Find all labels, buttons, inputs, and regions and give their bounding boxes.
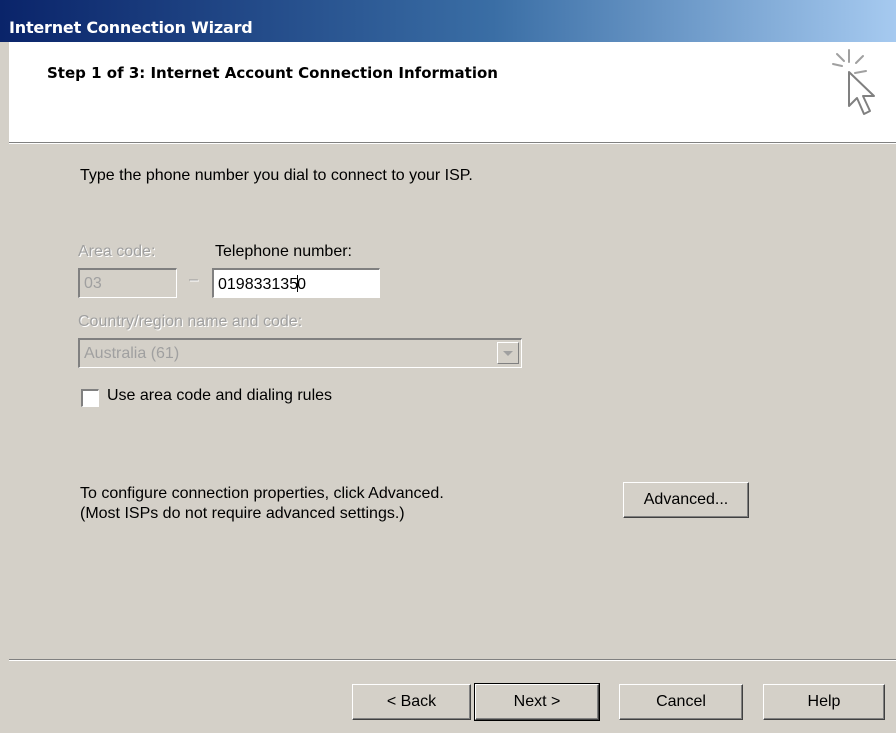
help-button[interactable]: Help <box>763 684 885 720</box>
dropdown-button[interactable] <box>497 342 519 364</box>
cancel-button[interactable]: Cancel <box>619 684 743 720</box>
step-title: Step 1 of 3: Internet Account Connection… <box>47 64 498 82</box>
instruction-text: Type the phone number you dial to connec… <box>80 167 473 184</box>
use-area-code-checkbox[interactable] <box>81 389 99 407</box>
window-title: Internet Connection Wizard <box>9 18 253 37</box>
advanced-button[interactable]: Advanced... <box>623 482 749 518</box>
use-area-code-label[interactable]: Use area code and dialing rules <box>107 387 332 405</box>
next-button[interactable]: Next > <box>474 683 600 721</box>
wizard-cursor-icon <box>832 49 875 115</box>
back-button[interactable]: < Back <box>352 684 471 720</box>
advanced-info-line1: To configure connection properties, clic… <box>80 485 444 502</box>
telephone-label: Telephone number: <box>215 243 352 260</box>
header-divider <box>9 142 896 144</box>
country-label: Country/region name and code: <box>78 313 303 330</box>
footer-divider <box>9 659 896 661</box>
area-code-label: Area code: <box>78 243 156 260</box>
dash-separator: – <box>189 271 198 288</box>
chevron-down-icon <box>503 351 513 356</box>
area-code-input[interactable]: 03 <box>78 268 177 298</box>
country-select[interactable]: Australia (61) <box>78 338 522 368</box>
title-bar: Internet Connection Wizard <box>0 0 896 42</box>
wizard-header: Step 1 of 3: Internet Account Connection… <box>9 42 896 142</box>
advanced-info-line2: (Most ISPs do not require advanced setti… <box>80 505 405 522</box>
telephone-number-input[interactable]: 0198331350 <box>212 268 380 298</box>
